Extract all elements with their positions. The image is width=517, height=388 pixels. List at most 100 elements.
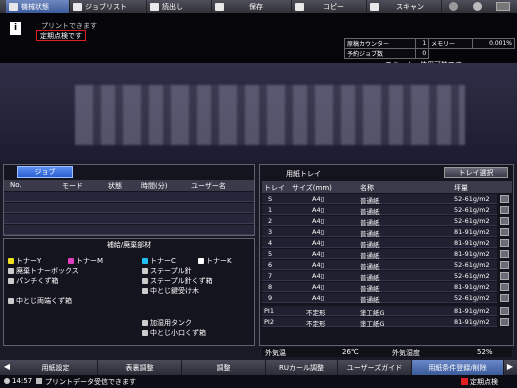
tray-level-icon: [500, 250, 509, 258]
tray-row[interactable]: 8 A4▯ 普通紙 81-91g/m2: [262, 282, 497, 293]
tab-copy[interactable]: コピー: [292, 0, 367, 13]
tray-col-tray: トレイ: [264, 184, 285, 192]
tab-machine-status[interactable]: 機械状態: [6, 0, 70, 13]
supply-label: トナーC: [150, 257, 176, 265]
environment-bar: 外気温 26℃ 外気湿度 52%: [262, 347, 512, 357]
tray-title-text: 用紙トレイ: [286, 170, 321, 178]
inserter-row[interactable]: PI2 不定形 塗工紙G 81-91g/m2: [262, 317, 497, 328]
original-counter-label: 原稿カウンター: [344, 38, 416, 49]
job-col-status: 状態: [108, 182, 122, 190]
supply-toner-k: トナーK: [198, 256, 232, 266]
job-col-user: ユーザー名: [191, 182, 226, 190]
outside-temp-value: 26℃: [342, 348, 359, 356]
supply-label: 中とじ両端くず箱: [16, 297, 72, 305]
help-icon[interactable]: [473, 2, 482, 11]
tab-label: スキャン: [396, 2, 424, 11]
machine-illustration: [75, 85, 465, 145]
tab-label: 読出し: [162, 2, 183, 11]
reserved-jobs-label: 予約ジョブ数: [344, 48, 416, 59]
supply-label: 加湿用タンク: [150, 319, 192, 327]
tab-read[interactable]: 読出し: [147, 0, 212, 13]
waste-box-icon: [8, 268, 14, 274]
tray-level-icon: [500, 294, 509, 302]
tray-row[interactable]: 9 A4▯ 普通紙 52-61g/m2: [262, 293, 497, 304]
tray-row[interactable]: S A4▯ 普通紙 52-61g/m2: [262, 194, 497, 205]
tray-col-name: 名称: [360, 184, 374, 192]
supply-punch-box: パンチくず箱: [8, 276, 58, 286]
tray-select-button[interactable]: トレイ選択: [444, 167, 508, 178]
tray-level-icon: [500, 261, 509, 269]
power-icon[interactable]: [449, 2, 458, 11]
supply-staple-waste: ステープル針くず箱: [142, 276, 213, 286]
tray-col-weight: 坪量: [454, 184, 468, 192]
tray-col-size: サイズ(mm): [292, 184, 332, 192]
supply-saddle-trim-box: 中とじ小口くず箱: [142, 328, 206, 338]
tray-level-icon: [500, 228, 509, 236]
job-col-no: No.: [10, 181, 22, 189]
scroll-right-icon[interactable]: ▶: [505, 362, 515, 373]
outside-humidity-label: 外気湿度: [392, 349, 420, 357]
supply-saddle-edge-box: 中とじ両端くず箱: [8, 296, 72, 306]
supply-toner-m: トナーM: [68, 256, 103, 266]
job-row[interactable]: [4, 192, 254, 202]
job-list-icon: [73, 2, 82, 11]
save-icon: [215, 2, 224, 11]
tab-label: 機械状態: [21, 2, 49, 11]
tab-adjust[interactable]: 調整: [182, 360, 266, 375]
tab-users-guide[interactable]: ユーザーズガイド: [338, 360, 412, 375]
tab-scan[interactable]: スキャン: [367, 0, 442, 13]
tray-row[interactable]: 2 A4▯ 普通紙 52-61g/m2: [262, 216, 497, 227]
machine-icon: [9, 2, 18, 11]
supply-toner-c: トナーC: [142, 256, 176, 266]
tab-paper-register[interactable]: 用紙条件登録/削除: [412, 360, 504, 375]
toner-k-icon: [198, 258, 204, 264]
supply-label: 中とじ小口くず箱: [150, 329, 206, 337]
tray-level-icon: [500, 318, 509, 326]
tab-label: ジョブリスト: [85, 2, 127, 11]
tray-row[interactable]: 6 A4▯ 普通紙 52-61g/m2: [262, 260, 497, 271]
tray-level-icon: [500, 239, 509, 247]
supply-label: ステープル針: [150, 267, 192, 275]
supply-label: パンチくず箱: [16, 277, 59, 285]
inspection-icon: [461, 378, 468, 385]
inserter-row[interactable]: PI1 不定形 塗工紙G 81-91g/m2: [262, 306, 497, 317]
supply-label: トナーK: [206, 257, 232, 265]
tray-row[interactable]: 7 A4▯ 普通紙 52-61g/m2: [262, 271, 497, 282]
job-row[interactable]: [4, 214, 254, 224]
info-icon: i: [10, 22, 21, 35]
tray-row[interactable]: 3 A4▯ 普通紙 81-91g/m2: [262, 227, 497, 238]
tray-row[interactable]: 5 A4▯ 普通紙 81-91g/m2: [262, 249, 497, 260]
tab-paper-settings[interactable]: 用紙設定: [14, 360, 98, 375]
job-row[interactable]: [4, 203, 254, 213]
supply-staple: ステープル針: [142, 266, 192, 276]
supply-saddle-board: 中とじ鍵受け木: [142, 286, 199, 296]
tray-row[interactable]: 4 A4▯ 普通紙 81-91g/m2: [262, 238, 497, 249]
tank-icon: [142, 320, 148, 326]
copy-icon: [295, 2, 304, 11]
punch-icon: [8, 278, 14, 284]
tray-row[interactable]: 1 A4▯ 普通紙 52-61g/m2: [262, 205, 497, 216]
scroll-left-icon[interactable]: ◀: [2, 362, 12, 373]
scan-icon: [370, 2, 379, 11]
outside-humidity-value: 52%: [477, 348, 493, 356]
status-inspection-label: 定期点検: [470, 378, 498, 386]
toner-m-icon: [68, 258, 74, 264]
tray-table-header: トレイ サイズ(mm) 名称 坪量: [262, 181, 512, 193]
tab-label: コピー: [323, 2, 344, 11]
supply-label: 廃棄トナーボックス: [16, 267, 79, 275]
supplies-panel: [3, 238, 255, 346]
tab-save[interactable]: 保存: [212, 0, 292, 13]
job-tab[interactable]: ジョブ: [17, 166, 73, 178]
job-row[interactable]: [4, 225, 254, 235]
clock-icon: [4, 378, 10, 384]
trim-icon: [142, 330, 148, 336]
tab-ru-curl-adjust[interactable]: RUカール調整: [266, 360, 338, 375]
supply-label: 中とじ鍵受け木: [150, 287, 199, 295]
supply-label: ステープル針くず箱: [150, 277, 213, 285]
staple-icon: [142, 268, 148, 274]
tray-level-icon: [500, 272, 509, 280]
tab-front-back-adjust[interactable]: 表裏調整: [98, 360, 182, 375]
settings-icon[interactable]: [496, 2, 510, 11]
outside-temp-label: 外気温: [265, 349, 286, 357]
tab-job-list[interactable]: ジョブリスト: [70, 0, 147, 13]
